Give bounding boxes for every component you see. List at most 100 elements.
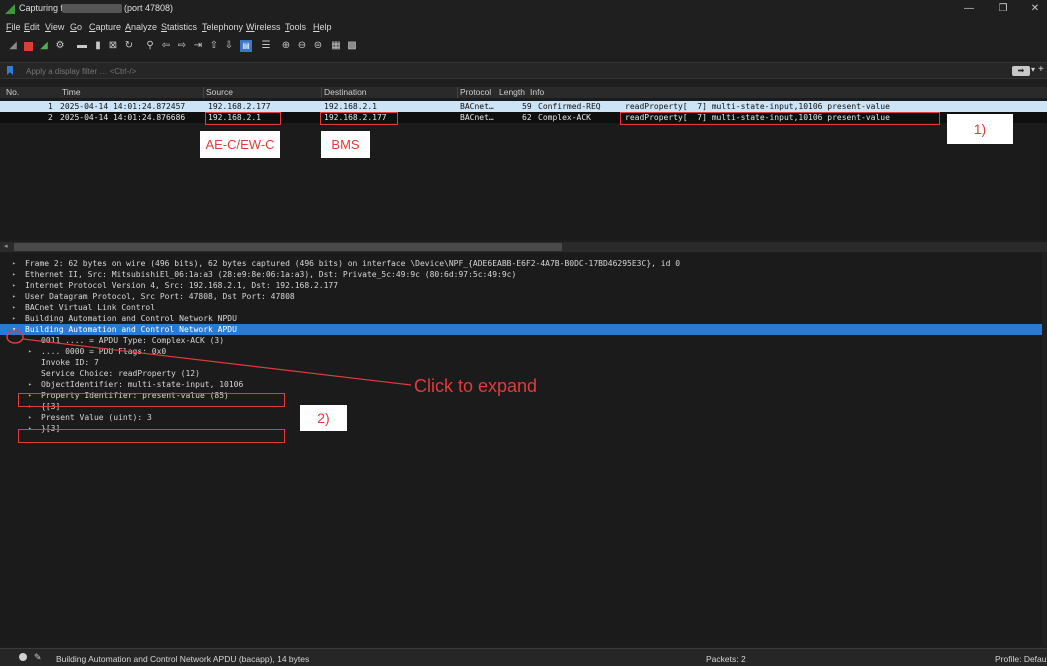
status-profile[interactable]: Profile: Defau <box>995 654 1047 664</box>
packet-time: 2025-04-14 14:01:24.872457 <box>60 102 186 111</box>
window-title-port: (port 47808) <box>124 3 174 13</box>
detail-row-text: Service Choice: readProperty (12) <box>41 369 200 378</box>
packet-protocol: BACnet… <box>460 102 494 111</box>
status-packets: Packets: 2 <box>706 654 746 664</box>
restart-capture-icon[interactable]: ◢ <box>38 40 50 52</box>
detail-row[interactable]: 0011 .... = APDU Type: Complex-ACK (3) <box>0 335 1042 346</box>
annotation-box-destination <box>320 112 398 125</box>
status-field-text: Building Automation and Control Network … <box>56 654 310 664</box>
collapsed-triangle-icon[interactable]: ▸ <box>10 258 18 269</box>
find-packet-icon[interactable]: ⚲ <box>144 40 156 52</box>
detail-row[interactable]: ▸ Internet Protocol Version 4, Src: 192.1… <box>0 280 1042 291</box>
status-bar: ✎ Building Automation and Control Networ… <box>0 648 1047 666</box>
zoom-in-icon[interactable]: ⊕ <box>280 40 292 52</box>
column-source[interactable]: Source <box>206 87 233 97</box>
menu-capture[interactable]: Capture <box>89 22 121 32</box>
column-separator[interactable] <box>457 87 458 98</box>
menu-tools[interactable]: Tools <box>285 22 306 32</box>
collapsed-triangle-icon[interactable]: ▸ <box>26 346 34 357</box>
column-no[interactable]: No. <box>6 87 19 97</box>
filter-dropdown-icon[interactable]: ▾ <box>1031 65 1035 74</box>
collapsed-triangle-icon[interactable]: ▸ <box>10 291 18 302</box>
details-scrollbar[interactable] <box>1042 253 1047 646</box>
menu-help[interactable]: Help <box>313 22 332 32</box>
go-last-icon[interactable]: ⇩ <box>223 40 235 52</box>
apply-filter-button[interactable]: ➡ <box>1012 66 1030 76</box>
reload-file-icon[interactable]: ↻ <box>123 40 135 52</box>
packet-protocol: BACnet… <box>460 113 494 122</box>
go-first-icon[interactable]: ⇧ <box>208 40 220 52</box>
capture-options-icon[interactable]: ⚙ <box>54 40 66 52</box>
scrollbar-thumb[interactable] <box>14 243 562 251</box>
detail-row[interactable]: ▸ Building Automation and Control Network… <box>0 313 1042 324</box>
menu-go[interactable]: Go <box>70 22 82 32</box>
layout-icon[interactable]: ▩ <box>346 40 358 52</box>
save-file-icon[interactable]: ▮ <box>92 40 104 52</box>
column-time[interactable]: Time <box>62 87 81 97</box>
collapsed-triangle-icon[interactable]: ▸ <box>10 313 18 324</box>
packet-source: 192.168.2.177 <box>208 102 271 111</box>
scroll-left-icon[interactable]: ◂ <box>4 242 8 250</box>
menu-wireless[interactable]: Wireless <box>246 22 281 32</box>
detail-row[interactable]: ▸ Present Value (uint): 3 <box>0 412 1042 423</box>
annotation-label-1: 1) <box>947 114 1013 144</box>
detail-row[interactable]: ▸ Frame 2: 62 bytes on wire (496 bits), 6… <box>0 258 1042 269</box>
maximize-button[interactable]: ❐ <box>995 2 1011 16</box>
column-length[interactable]: Length <box>499 87 525 97</box>
menu-statistics[interactable]: Statistics <box>161 22 197 32</box>
detail-row[interactable]: ▸ Ethernet II, Src: MitsubishiEl_06:1a:a3… <box>0 269 1042 280</box>
minimize-button[interactable]: — <box>961 2 977 16</box>
packet-list-scrollbar[interactable]: ◂ <box>0 242 1047 252</box>
detail-row[interactable]: Invoke ID: 7 <box>0 357 1042 368</box>
collapsed-triangle-icon[interactable]: ▸ <box>26 379 34 390</box>
column-separator[interactable] <box>203 87 204 98</box>
stop-capture-icon[interactable] <box>22 40 34 52</box>
menu-file[interactable]: File <box>6 22 21 32</box>
column-destination[interactable]: Destination <box>324 87 367 97</box>
autoscroll-icon[interactable]: ▤ <box>240 40 252 52</box>
add-filter-button[interactable]: + <box>1038 64 1044 75</box>
display-filter-input[interactable] <box>26 65 926 77</box>
menu-edit[interactable]: Edit <box>24 22 40 32</box>
packet-no: 2 <box>48 113 53 122</box>
go-back-icon[interactable]: ⇦ <box>160 40 172 52</box>
detail-row-text: .... 0000 = PDU Flags: 0x0 <box>41 347 167 356</box>
collapsed-triangle-icon[interactable]: ▸ <box>10 269 18 280</box>
annotation-destination-label: BMS <box>321 131 370 158</box>
detail-row[interactable]: ▾ Building Automation and Control Network… <box>0 324 1042 335</box>
detail-row[interactable]: ▸ .... 0000 = PDU Flags: 0x0 <box>0 346 1042 357</box>
column-protocol[interactable]: Protocol <box>460 87 491 97</box>
column-separator[interactable] <box>321 87 322 98</box>
column-info[interactable]: Info <box>530 87 544 97</box>
packet-info-type: Complex-ACK <box>538 113 591 122</box>
colorize-icon[interactable]: ☰ <box>260 40 272 52</box>
go-forward-icon[interactable]: ⇨ <box>176 40 188 52</box>
collapsed-triangle-icon[interactable]: ▸ <box>10 302 18 313</box>
close-file-icon[interactable]: ⊠ <box>107 40 119 52</box>
capture-comment-icon[interactable]: ✎ <box>34 652 43 662</box>
zoom-out-icon[interactable]: ⊖ <box>296 40 308 52</box>
open-file-icon[interactable]: ▬ <box>76 40 88 52</box>
expanded-triangle-icon[interactable]: ▾ <box>10 324 18 335</box>
detail-row-text: Frame 2: 62 bytes on wire (496 bits), 62… <box>25 259 681 268</box>
packet-no: 1 <box>48 102 53 111</box>
expert-info-icon[interactable] <box>19 653 27 661</box>
detail-row-text: Internet Protocol Version 4, Src: 192.16… <box>25 281 339 290</box>
start-capture-icon[interactable]: ◢ <box>7 40 19 52</box>
menu-telephony[interactable]: Telephony <box>202 22 243 32</box>
detail-row-text: Ethernet II, Src: MitsubishiEl_06:1a:a3 … <box>25 270 517 279</box>
detail-row[interactable]: ▸ BACnet Virtual Link Control <box>0 302 1042 313</box>
resize-columns-icon[interactable]: ▦ <box>330 40 342 52</box>
go-to-packet-icon[interactable]: ⇥ <box>192 40 204 52</box>
menu-view[interactable]: View <box>45 22 64 32</box>
close-button[interactable]: ✕ <box>1027 2 1043 16</box>
packet-row-1[interactable]: 1 2025-04-14 14:01:24.872457 192.168.2.1… <box>0 101 1047 112</box>
collapsed-triangle-icon[interactable]: ▸ <box>10 280 18 291</box>
normal-size-icon[interactable]: ⊜ <box>312 40 324 52</box>
menu-analyze[interactable]: Analyze <box>125 22 157 32</box>
collapsed-triangle-icon[interactable]: ▸ <box>26 412 34 423</box>
bookmark-icon[interactable] <box>7 66 13 75</box>
detail-row[interactable]: ▸ User Datagram Protocol, Src Port: 47808… <box>0 291 1042 302</box>
packet-info: readProperty[ 7] multi-state-input,10106… <box>625 102 890 111</box>
display-filter-bar: ➡ ▾ + <box>0 62 1047 79</box>
